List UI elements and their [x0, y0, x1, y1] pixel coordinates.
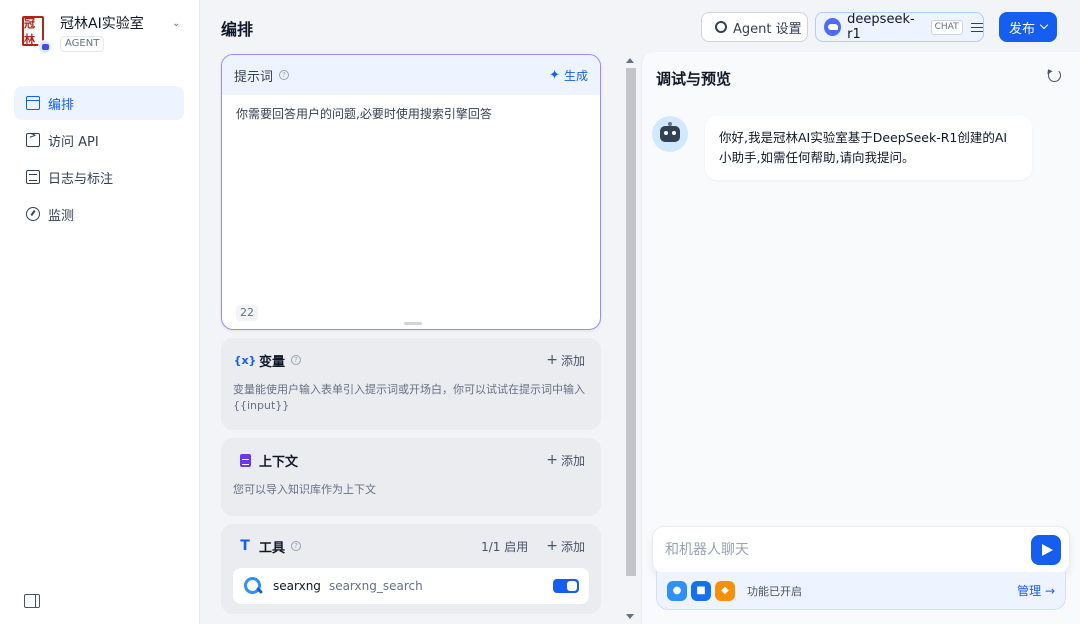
refresh-icon[interactable] — [1048, 69, 1061, 82]
add-tool-button[interactable]: + 添加 — [546, 538, 585, 555]
tool-enable-toggle[interactable] — [553, 579, 579, 593]
generate-label: 生成 — [563, 68, 588, 83]
context-title: 上下文 — [259, 454, 299, 470]
tools-title: 工具 — [259, 540, 286, 556]
app-header[interactable]: 冠林 冠林AI实验室 AGENT — [20, 14, 144, 54]
tool-icon: T — [240, 538, 250, 554]
sidebar-item-label: 监测 — [48, 208, 75, 224]
app-type-badge: AGENT — [60, 36, 105, 52]
robot-icon — [660, 122, 680, 142]
deepseek-logo-icon — [824, 18, 842, 36]
add-label: 添加 — [560, 353, 585, 368]
top-bar: 编排 Agent 设置 deepseek-r1 CHAT 发布 — [200, 0, 1080, 52]
app-logo: 冠林 — [20, 14, 52, 54]
tools-section: T 工具 ? 1/1 启用 + 添加 searxng searxng_searc… — [221, 524, 601, 614]
bot-message: 你好,我是冠林AI实验室基于DeepSeek-R1创建的AI小助手,如需任何帮助… — [705, 116, 1032, 180]
scroll-thumb[interactable] — [626, 68, 636, 576]
config-panel: 提示词 ? ✦ 生成 你需要回答用户的问题,必要时使用搜索引擎回答 22 {x}… — [200, 52, 638, 624]
sidebar-nav: 编排 访问 API 日志与标注 监测 — [14, 86, 184, 234]
sidebar-item-label: 日志与标注 — [48, 171, 114, 187]
context-description: 您可以导入知识库作为上下文 — [233, 483, 376, 496]
send-button[interactable] — [1031, 535, 1061, 565]
suggest-feature-icon: ◆ — [715, 580, 735, 601]
add-context-button[interactable]: + 添加 — [546, 452, 585, 469]
model-mode-badge: CHAT — [930, 19, 963, 35]
plus-icon: + — [546, 352, 558, 368]
sidebar-item-orchestrate[interactable]: 编排 — [14, 86, 184, 120]
chevron-down-icon — [1039, 20, 1049, 30]
sidebar-item-monitor[interactable]: 监测 — [14, 197, 184, 231]
tool-item: searxng searxng_search — [233, 568, 589, 604]
context-section: 上下文 + 添加 您可以导入知识库作为上下文 — [221, 438, 601, 516]
plus-icon: + — [546, 538, 558, 554]
bot-badge-icon — [38, 40, 52, 54]
document-icon — [26, 170, 40, 184]
add-variable-button[interactable]: + 添加 — [546, 352, 585, 369]
feature-bar: ● ■ ◆ 功能已开启 管理 → — [656, 572, 1066, 610]
sparkle-icon: ✦ — [549, 67, 560, 83]
collapse-sidebar-icon[interactable] — [24, 594, 40, 608]
tool-id: searxng_search — [328, 579, 423, 593]
prompt-title: 提示词 — [234, 69, 274, 85]
debug-title: 调试与预览 — [656, 70, 732, 88]
app-switcher-chevron-icon[interactable]: ⌄ — [172, 18, 180, 29]
gauge-icon — [26, 207, 40, 221]
opening-feature-icon: ● — [667, 580, 687, 601]
char-count: 22 — [236, 305, 258, 321]
prompt-card: 提示词 ? ✦ 生成 你需要回答用户的问题,必要时使用搜索引擎回答 22 — [221, 54, 601, 330]
help-icon[interactable]: ? — [291, 541, 302, 551]
send-icon — [1041, 544, 1053, 556]
manage-link[interactable]: 管理 → — [1017, 582, 1055, 599]
search-icon — [243, 576, 263, 596]
plus-icon: + — [546, 452, 558, 468]
variable-icon: {x} — [233, 353, 257, 367]
prompt-header: 提示词 ? ✦ 生成 — [222, 55, 600, 95]
generate-button[interactable]: ✦ 生成 — [549, 67, 588, 84]
feature-status: 功能已开启 — [747, 584, 802, 598]
sidebar-item-label: 访问 API — [48, 134, 99, 150]
variables-section: {x} 变量 ? + 添加 变量能使用户输入表单引入提示词或开场白，你可以试试在… — [221, 338, 601, 430]
tool-name: searxng — [273, 579, 321, 593]
model-name: deepseek-r1 — [847, 12, 915, 42]
help-icon[interactable]: ? — [291, 355, 302, 365]
chat-input-box — [652, 526, 1070, 574]
agent-settings-label: Agent 设置 — [733, 21, 802, 37]
layout-icon — [26, 96, 40, 110]
scroll-up-icon[interactable] — [626, 58, 634, 63]
scroll-down-icon[interactable] — [626, 614, 634, 619]
variables-description: 变量能使用户输入表单引入提示词或开场白，你可以试试在提示词中输入 {{input… — [233, 383, 585, 412]
sidebar: 冠林 冠林AI实验室 AGENT ⌄ 编排 访问 API 日志与标注 监测 — [0, 0, 200, 624]
document-icon — [237, 452, 253, 468]
sidebar-item-logs[interactable]: 日志与标注 — [14, 160, 184, 194]
tools-status: 1/1 启用 — [481, 539, 529, 554]
gear-icon — [715, 21, 727, 33]
bot-avatar — [652, 116, 688, 152]
config-scrollbar[interactable] — [623, 52, 638, 624]
help-icon[interactable]: ? — [279, 70, 290, 80]
app-name: 冠林AI实验室 — [60, 16, 144, 32]
publish-label: 发布 — [1008, 21, 1035, 37]
add-label: 添加 — [560, 453, 585, 468]
sidebar-item-api[interactable]: 访问 API — [14, 123, 184, 157]
debug-preview-panel: 调试与预览 你好,我是冠林AI实验室基于DeepSeek-R1创建的AI小助手,… — [641, 52, 1080, 624]
add-label: 添加 — [560, 539, 585, 554]
model-selector-button[interactable]: deepseek-r1 CHAT — [815, 12, 984, 42]
variables-title: 变量 — [259, 354, 286, 370]
agent-settings-button[interactable]: Agent 设置 — [701, 12, 808, 42]
chat-feature-icon: ■ — [691, 580, 711, 601]
resize-handle[interactable] — [404, 322, 422, 325]
publish-button[interactable]: 发布 — [999, 12, 1057, 42]
terminal-icon — [26, 131, 40, 147]
sidebar-item-label: 编排 — [48, 97, 75, 113]
chat-input[interactable] — [665, 539, 1025, 561]
sliders-icon[interactable] — [970, 22, 983, 33]
page-title: 编排 — [221, 20, 254, 39]
prompt-textarea[interactable]: 你需要回答用户的问题,必要时使用搜索引擎回答 — [222, 95, 600, 133]
